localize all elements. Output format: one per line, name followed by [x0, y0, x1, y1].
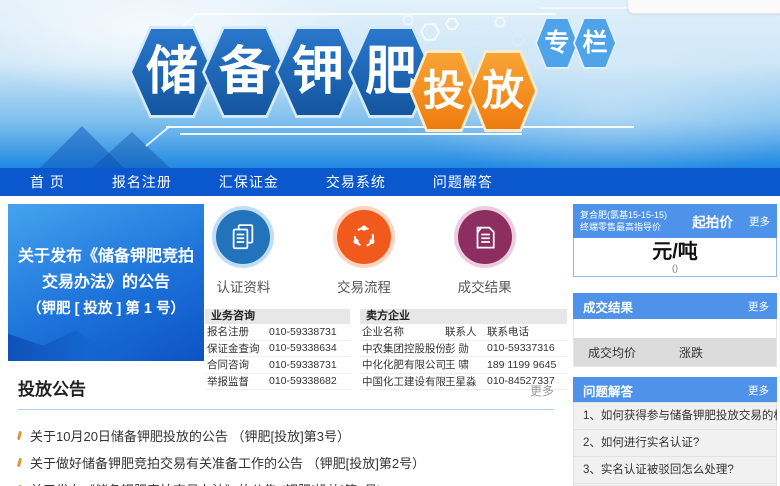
- qa-item[interactable]: 1、如何获得参与储备钾肥投放交易的权限?: [573, 402, 777, 430]
- contact-label: 保证金查询: [207, 341, 269, 356]
- table-header: 卖方企业: [360, 309, 567, 324]
- banner-title-tag: 专 栏: [541, 17, 617, 69]
- announcement-item[interactable]: 关于发布《储备钾肥竞拍交易办法》的公告 (钾肥[投放]第1号): [18, 476, 554, 486]
- announcement-list: 关于10月20日储备钾肥投放的公告 （钾肥[投放]第3号） 关于做好储备钾肥竞拍…: [18, 422, 554, 486]
- announcements-title: 投放公告: [18, 375, 86, 400]
- middle-section: 认证资料 交易流程: [205, 204, 567, 390]
- bullet-icon: [17, 458, 22, 467]
- bullet-icon: [17, 431, 22, 440]
- nav-item[interactable]: 首 页: [30, 172, 65, 192]
- table-subheader-row: 企业名称 联系人 联系电话: [360, 324, 567, 341]
- share-icon: [337, 210, 391, 264]
- banner-char: 储: [146, 46, 198, 98]
- result-panel: 成交结果 更多 成交均价 涨跌: [573, 293, 777, 367]
- nav-item[interactable]: 问题解答: [433, 172, 493, 192]
- qa-list: 1、如何获得参与储备钾肥投放交易的权限? 2、如何进行实名认证? 3、实名认证被…: [573, 402, 777, 486]
- nav-item[interactable]: 报名注册: [112, 172, 172, 192]
- contact-phone: 010-59337316: [487, 342, 565, 354]
- notice-card[interactable]: 关于发布《储备钾肥竞拍 交易办法》的公告 （钾肥 [ 投放 ] 第 1 号）: [8, 204, 204, 361]
- notice-line2: 交易办法》的公告: [42, 270, 170, 296]
- quick-link-label: 交易流程: [337, 276, 391, 296]
- banner: 储 备 钾 肥 投 放 专 栏: [0, 0, 780, 168]
- result-empty-row: [574, 319, 776, 338]
- announcement-item[interactable]: 关于10月20日储备钾肥投放的公告 （钾肥[投放]第3号）: [18, 422, 554, 449]
- price-subtitle-line2: 终端零售最高指导价: [580, 221, 676, 233]
- result-panel-header: 成交结果 更多: [573, 293, 777, 319]
- banner-char: 投: [423, 70, 465, 112]
- price-note: (): [672, 263, 678, 274]
- table-row: 保证金查询 010-59338634: [205, 341, 350, 358]
- price-panel-header: 复合肥(氯基15-15-15) 终端零售最高指导价 起拍价 更多: [573, 204, 777, 238]
- announcements-header: 投放公告 更多: [18, 375, 554, 400]
- result-panel-title: 成交结果: [583, 297, 748, 316]
- main-content: 关于发布《储备钾肥竞拍 交易办法》的公告 （钾肥 [ 投放 ] 第 1 号）: [0, 196, 780, 486]
- banner-title-sub: 投 放: [420, 50, 538, 132]
- announcement-item[interactable]: 关于做好储备钾肥竞拍交易有关准备工作的公告 （钾肥[投放]第2号）: [18, 449, 554, 476]
- quick-link-label: 成交结果: [458, 276, 512, 296]
- nav-item[interactable]: 汇保证金: [219, 172, 279, 192]
- company-name: 中农集团控股股份有限公司: [362, 341, 445, 356]
- quick-links: 认证资料 交易流程: [205, 204, 567, 296]
- price-subtitle-line1: 复合肥(氯基15-15-15): [580, 209, 676, 221]
- qa-item[interactable]: 3、实名认证被驳回怎么处理?: [573, 456, 777, 484]
- contact-phone: 010-59338634: [269, 342, 348, 354]
- contact-person: 彭 勋: [445, 341, 487, 356]
- result-body: 成交均价 涨跌: [573, 319, 777, 367]
- price-subtitle: 复合肥(氯基15-15-15) 终端零售最高指导价: [580, 209, 676, 233]
- report-icon: [458, 210, 512, 264]
- avg-price-label: 成交均价: [574, 344, 679, 361]
- documents-icon: [216, 210, 270, 264]
- announcements-more-link[interactable]: 更多: [530, 382, 554, 399]
- table-header: 业务咨询: [205, 309, 350, 324]
- result-more-link[interactable]: 更多: [748, 299, 769, 314]
- announcement-text: 关于做好储备钾肥竞拍交易有关准备工作的公告 （钾肥[投放]第2号）: [30, 453, 425, 472]
- price-panel: 复合肥(氯基15-15-15) 终端零售最高指导价 起拍价 更多 元/吨 (): [573, 204, 777, 277]
- table-row: 报名注册 010-59338731: [205, 324, 350, 341]
- col-company: 企业名称: [362, 324, 445, 339]
- price-more-link[interactable]: 更多: [749, 214, 770, 229]
- contact-label: 报名注册: [207, 324, 269, 339]
- qa-panel: 问题解答 更多 1、如何获得参与储备钾肥投放交易的权限? 2、如何进行实名认证?…: [573, 377, 777, 486]
- divider: [18, 409, 554, 410]
- quick-link-label: 认证资料: [216, 276, 270, 296]
- quick-link-certification[interactable]: 认证资料: [205, 204, 282, 296]
- qa-more-link[interactable]: 更多: [748, 383, 769, 398]
- banner-hexagon-orange: 放: [468, 50, 538, 132]
- tooltip-artifact: [627, 0, 780, 14]
- price-body: 元/吨 (): [573, 238, 777, 277]
- announcement-text: 关于发布《储备钾肥竞拍交易办法》的公告 (钾肥[投放]第1号): [30, 480, 382, 486]
- banner-char: 肥: [365, 46, 417, 98]
- banner-title-main: 储 备 钾 肥: [142, 26, 434, 118]
- nav-item[interactable]: 交易系统: [326, 172, 386, 192]
- banner-hexagon-tag: 栏: [573, 17, 617, 69]
- right-column: 复合肥(氯基15-15-15) 终端零售最高指导价 起拍价 更多 元/吨 () …: [573, 204, 777, 486]
- col-phone: 联系电话: [487, 324, 565, 339]
- contact-phone: 010-59338731: [269, 326, 348, 338]
- qa-panel-header: 问题解答 更多: [573, 377, 777, 403]
- price-unit: 元/吨: [652, 241, 698, 263]
- qa-item[interactable]: 2、如何进行实名认证?: [573, 429, 777, 457]
- change-label: 涨跌: [679, 344, 703, 361]
- banner-char: 放: [482, 70, 524, 112]
- banner-hexagon-tag: 专: [535, 17, 579, 69]
- quick-link-results[interactable]: 成交结果: [446, 204, 523, 296]
- announcement-text: 关于10月20日储备钾肥投放的公告 （钾肥[投放]第3号）: [30, 426, 350, 445]
- price-panel-title: 起拍价: [676, 211, 749, 231]
- banner-char: 专: [544, 31, 569, 56]
- qa-panel-title: 问题解答: [583, 381, 748, 400]
- notice-line1: 关于发布《储备钾肥竞拍: [18, 244, 194, 270]
- main-nav: 首 页 报名注册 汇保证金 交易系统 问题解答: [0, 168, 780, 196]
- result-summary-row: 成交均价 涨跌: [574, 338, 776, 366]
- banner-char: 备: [219, 46, 271, 98]
- announcements-section: 投放公告 更多 关于10月20日储备钾肥投放的公告 （钾肥[投放]第3号） 关于…: [0, 365, 572, 486]
- table-row: 中农集团控股股份有限公司 彭 勋 010-59337316: [360, 341, 567, 358]
- banner-char: 栏: [582, 31, 607, 56]
- banner-char: 钾: [292, 46, 344, 98]
- col-contact: 联系人: [445, 324, 487, 339]
- page: 储 备 钾 肥 投 放 专 栏 首 页 报名注册 汇保证金 交易系统 问题解答: [0, 0, 780, 486]
- quick-link-process[interactable]: 交易流程: [326, 204, 403, 296]
- notice-line3: （钾肥 [ 投放 ] 第 1 号）: [27, 296, 185, 322]
